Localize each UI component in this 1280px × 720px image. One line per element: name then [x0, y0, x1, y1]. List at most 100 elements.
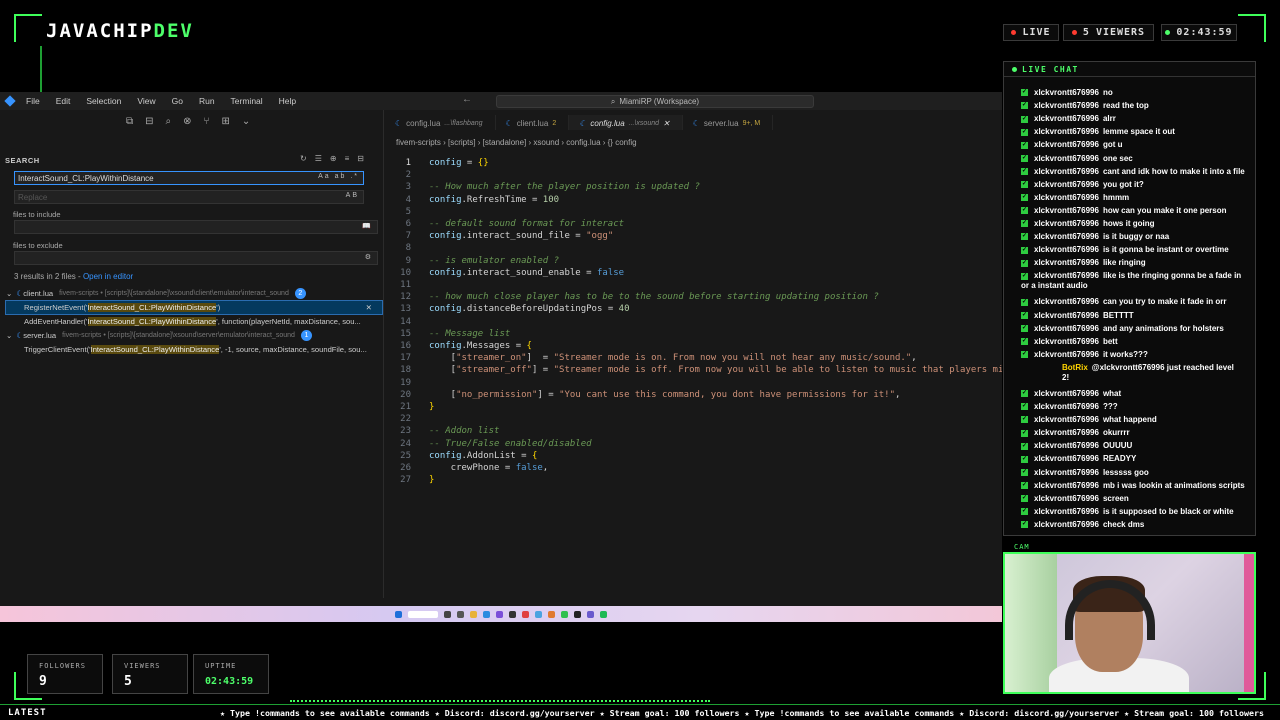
code-line[interactable]: config.RefreshTime = 100 — [429, 195, 559, 205]
chat-username: xlckvrontt676996 — [1034, 127, 1099, 137]
taskbar-app-icon[interactable] — [535, 610, 542, 618]
menu-item-edit[interactable]: Edit — [48, 96, 79, 106]
code-line[interactable]: ["streamer_off"] = "Streamer mode is off… — [429, 365, 1002, 375]
menu-item-file[interactable]: File — [18, 96, 48, 106]
extensions-icon[interactable]: ⊗ — [183, 116, 191, 127]
taskbar-app-icon[interactable] — [509, 610, 516, 618]
menu-item-run[interactable]: Run — [191, 96, 223, 106]
code-line[interactable]: -- how much close player has to be to th… — [429, 292, 879, 302]
code-line[interactable]: crewPhone = false, — [429, 463, 549, 473]
vscode-taskbar-icon[interactable] — [483, 610, 490, 618]
chat-username: xlckvrontt676996 — [1034, 519, 1099, 529]
open-in-editor-link[interactable]: Open in editor — [83, 272, 133, 281]
chat-text: is it supposed to be black or white — [1102, 506, 1234, 516]
result-match[interactable]: AddEventHandler(' InteractSound_CL:PlayWi… — [6, 315, 382, 328]
refresh-icon[interactable]: ↻ — [300, 154, 307, 163]
chat-text: what happend — [1102, 415, 1157, 425]
tab-server-lua[interactable]: ☾ server.lua 9+, M — [683, 115, 774, 130]
chevron-down-icon[interactable]: ⌄ — [6, 289, 12, 298]
chat-username: xlckvrontt676996 — [1034, 271, 1099, 281]
chat-message: ✓ xlckvrontt676996 is it gonna be instant … — [1021, 245, 1249, 255]
tab-label: client.lua — [516, 118, 549, 128]
replace-input[interactable]: Replace AB — [14, 190, 364, 204]
line-number: 10 — [400, 267, 411, 278]
result-match[interactable]: RegisterNetEvent(' InteractSound_CL:PlayW… — [5, 300, 383, 315]
taskbar-app-icon[interactable] — [561, 610, 568, 618]
menu-item-selection[interactable]: Selection — [78, 96, 129, 106]
new-search-editor-icon[interactable]: ⊕ — [330, 154, 337, 163]
taskbar-app-icon[interactable] — [522, 610, 529, 618]
viewers-badge: 5 VIEWERS — [1063, 24, 1154, 41]
menu-item-help[interactable]: Help — [271, 96, 304, 106]
chat-username: xlckvrontt676996 — [1034, 101, 1099, 111]
verified-check-icon: ✓ — [1021, 508, 1028, 516]
view-as-tree-icon[interactable]: ⊟ — [357, 154, 364, 163]
windows-start-icon[interactable] — [395, 610, 402, 618]
breadcrumb[interactable]: fivem-scripts › [scripts] › [standalone]… — [396, 138, 637, 147]
command-center[interactable]: ⌕ MiamiRP (Workspace) — [496, 95, 814, 108]
result-match[interactable]: TriggerClientEvent(' InteractSound_CL:Pla… — [6, 343, 382, 356]
result-file[interactable]: ⌄ ☾ server.lua fivem-scripts • [scripts]\… — [6, 329, 382, 342]
taskbar-app-icon[interactable] — [444, 610, 451, 618]
code-line[interactable]: -- Message list — [429, 329, 510, 339]
code-line[interactable]: config.interact_sound_enable = false — [429, 268, 624, 278]
chat-username: xlckvrontt676996 — [1034, 454, 1099, 464]
folder-icon[interactable] — [470, 610, 477, 618]
code-line[interactable]: -- default sound format for interact — [429, 219, 624, 229]
code-line[interactable]: config.Messages = { — [429, 341, 532, 351]
taskbar-app-icon[interactable] — [548, 610, 555, 618]
bookmark-icon[interactable]: ⊟ — [145, 116, 153, 127]
taskbar-app-icon[interactable] — [600, 610, 607, 618]
clear-results-icon[interactable]: ☰ — [315, 154, 322, 163]
taskbar-app-icon[interactable] — [574, 610, 581, 618]
back-arrow-icon[interactable]: ← — [462, 94, 472, 105]
settings-gear-icon[interactable]: ⚙ — [365, 253, 373, 261]
preserve-case-icon[interactable]: AB — [346, 192, 359, 199]
search-input[interactable]: InteractSound_CL:PlayWithinDistance Aa ab… — [14, 171, 364, 185]
explorer-icon[interactable]: ⧉ — [126, 116, 133, 127]
code-line[interactable]: -- Addon list — [429, 426, 499, 436]
match-options[interactable]: Aa ab .* — [318, 173, 359, 180]
menu-item-terminal[interactable]: Terminal — [223, 96, 271, 106]
verified-check-icon: ✓ — [1021, 311, 1028, 319]
code-line[interactable]: config.interact_sound_file = "ogg" — [429, 231, 613, 241]
code-line[interactable]: -- True/False enabled/disabled — [429, 439, 592, 449]
tab-config-lua[interactable]: ☾ config.lua ...\flashbang — [385, 115, 496, 130]
remote-icon[interactable]: ⊞ — [222, 116, 230, 127]
result-file[interactable]: ⌄ ☾ client.lua fivem-scripts • [scripts]\… — [6, 287, 382, 300]
book-icon[interactable]: 📖 — [362, 222, 373, 230]
tab-client-lua[interactable]: ☾ client.lua 2 — [496, 115, 570, 130]
taskbar-app-icon[interactable] — [496, 610, 503, 618]
search-view-icon[interactable]: ⌕ — [166, 116, 172, 127]
close-icon[interactable]: ✕ — [663, 119, 670, 128]
code-line[interactable]: } — [429, 402, 434, 412]
code-line[interactable]: -- is emulator enabled ? — [429, 256, 559, 266]
dismiss-icon[interactable]: ✕ — [366, 303, 372, 312]
code-line[interactable]: config.AddonList = { — [429, 451, 537, 461]
code-line[interactable]: config = {} — [429, 158, 489, 168]
chevron-down-icon[interactable]: ⌄ — [6, 331, 12, 340]
line-number: 8 — [405, 243, 411, 254]
source-control-icon[interactable]: ⑂ — [204, 116, 210, 127]
code-line[interactable]: ["streamer_on"] = "Streamer mode is on. … — [429, 353, 917, 363]
menu-item-view[interactable]: View — [129, 96, 163, 106]
verified-check-icon: ✓ — [1021, 233, 1028, 241]
code-line[interactable]: config.distanceBeforeUpdatingPos = 40 — [429, 304, 630, 314]
include-input[interactable]: 📖 — [14, 220, 378, 234]
taskbar-search-icon[interactable] — [408, 610, 438, 618]
code-line[interactable]: ["no_permission"] = "You cant use this c… — [429, 390, 901, 400]
code-editor[interactable]: 1 config = {} 2 3 -- How much after the play… — [385, 154, 1002, 574]
code-line[interactable]: -- How much after the player position is… — [429, 182, 700, 192]
more-chevron-icon[interactable]: ⌄ — [242, 116, 250, 127]
code-line[interactable]: } — [429, 475, 434, 485]
exclude-input[interactable]: ⚙ — [14, 251, 378, 265]
chat-username: xlckvrontt676996 — [1034, 441, 1099, 451]
tab-description: ...\flashbang — [444, 119, 483, 127]
taskbar-app-icon[interactable] — [587, 610, 594, 618]
collapse-all-icon[interactable]: ≡ — [345, 154, 350, 163]
chat-message: ✓ xlckvrontt676996 it works??? — [1021, 350, 1249, 360]
verified-check-icon: ✓ — [1021, 403, 1028, 411]
menu-item-go[interactable]: Go — [164, 96, 191, 106]
tab-config-lua[interactable]: ☾ config.lua ...\xsound ✕ — [569, 115, 683, 130]
taskbar-app-icon[interactable] — [457, 610, 464, 618]
